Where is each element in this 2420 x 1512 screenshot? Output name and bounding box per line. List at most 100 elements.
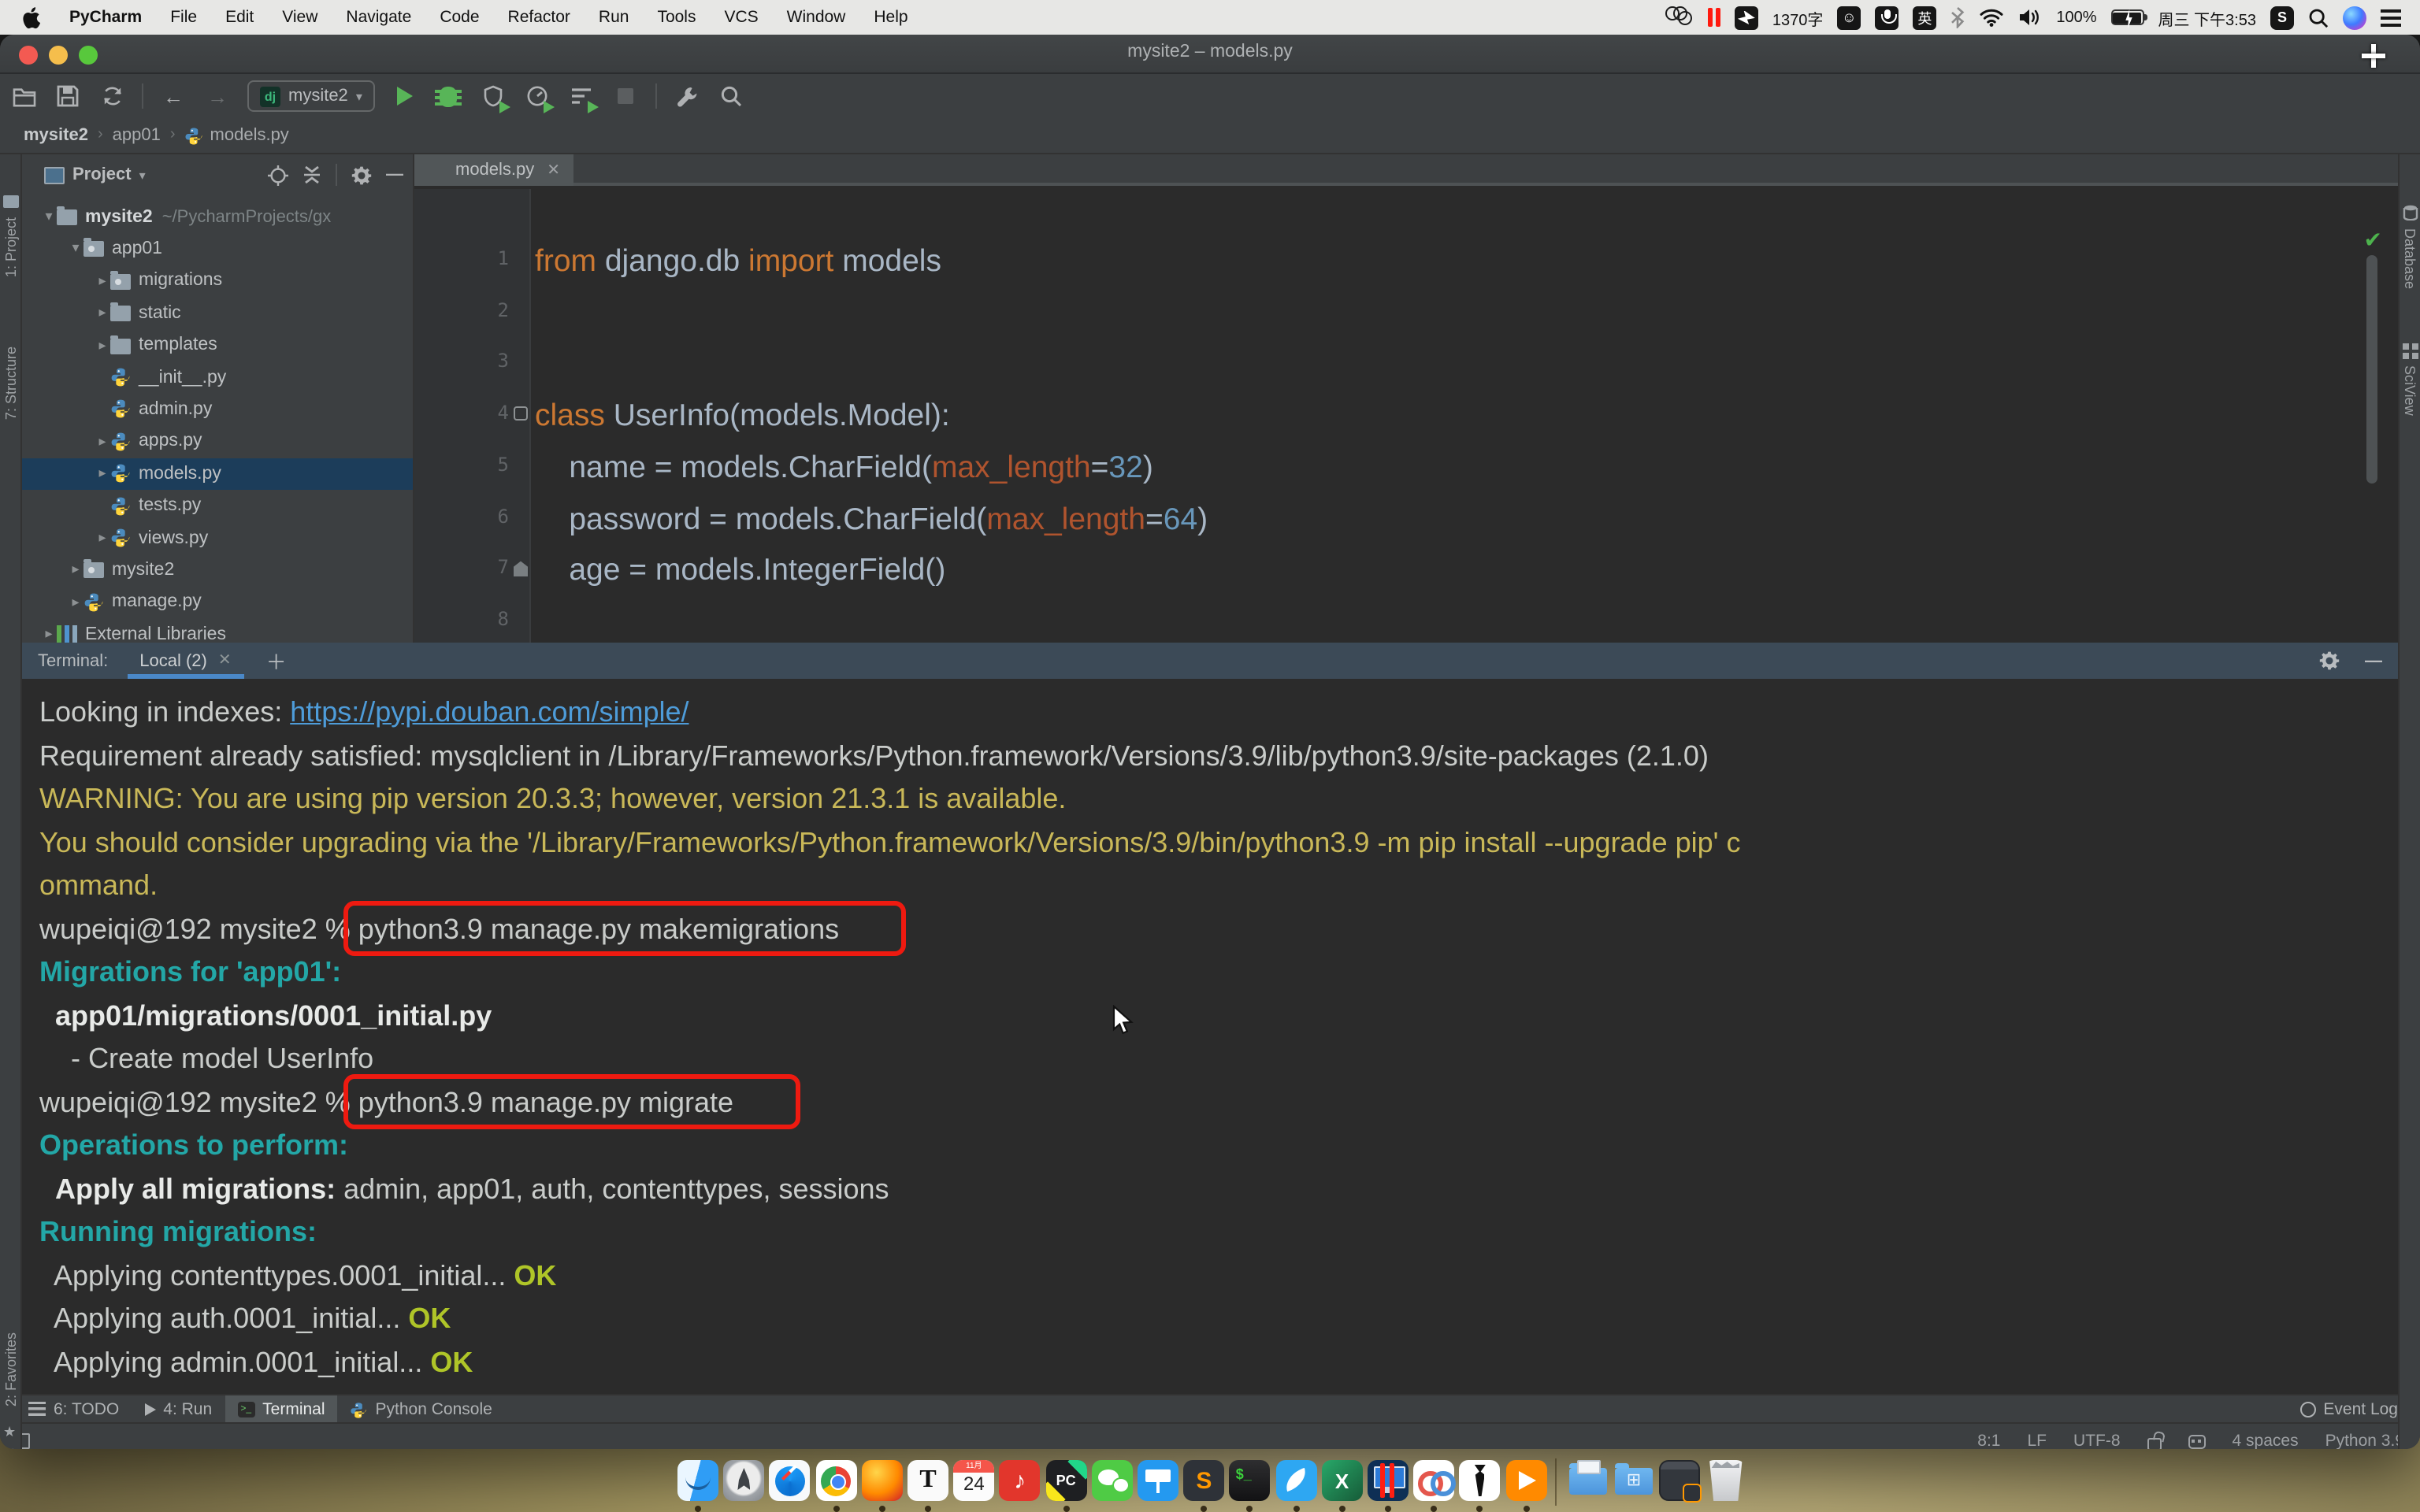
caret-position[interactable]: 8:1 [1977,1431,2000,1449]
toolwindow-button-6-todo[interactable]: 6: TODO [16,1395,132,1422]
dock-icon-finder[interactable] [677,1460,718,1501]
tree-item-mysite2[interactable]: ▾mysite2~/PycharmProjects/gx [22,201,414,232]
dock-icon-sublime[interactable]: S [1183,1460,1224,1501]
sciview-toolwindow-icon[interactable] [2403,343,2418,359]
robot-icon[interactable] [2188,1435,2206,1449]
bluetooth-icon[interactable] [1950,6,1965,28]
readonly-lock-icon[interactable] [2147,1437,2162,1449]
tree-item-mysite2[interactable]: ▸mysite2 [22,554,414,586]
editor-area[interactable]: models.py ✕ ✔ 1from django.db import mod… [414,154,2398,643]
dock-icon-syncapp[interactable] [1413,1460,1454,1501]
tree-item-migrations[interactable]: ▸migrations [22,265,414,297]
tree-item-apps-py[interactable]: ▸apps.py [22,426,414,458]
toolwindow-button-favorites[interactable]: 2: Favorites [2,1332,18,1406]
debug-button[interactable] [435,82,463,110]
bird-app-icon[interactable] [1735,6,1758,29]
indent-setting[interactable]: 4 spaces [2233,1431,2299,1449]
file-encoding[interactable]: UTF-8 [2073,1431,2121,1449]
menu-window[interactable]: Window [773,0,860,35]
hide-panel-icon[interactable]: — [386,165,403,184]
tree-item-tests-py[interactable]: tests.py [22,490,414,521]
toolwindow-button-project[interactable]: 1: Project [2,217,18,277]
menu-file[interactable]: File [156,0,211,35]
notification-center-icon[interactable] [2381,9,2401,26]
dock-icon-folderfiles[interactable] [1568,1460,1609,1501]
run-with-coverage-icon[interactable] [479,82,507,110]
emoji-app-icon[interactable]: ☺ [1837,6,1861,29]
project-toolwindow-icon[interactable] [3,195,19,208]
wifi-icon[interactable] [1979,8,2004,27]
toolwindow-button-sciview[interactable]: SciView [2402,365,2418,416]
menu-refactor[interactable]: Refactor [494,0,585,35]
input-method-icon[interactable]: 英 [1913,6,1936,29]
tree-chevron-icon[interactable]: ▸ [95,529,110,547]
dock-icon-trash[interactable] [1706,1460,1746,1501]
tree-item-external-libraries[interactable]: ▸External Libraries [22,618,414,643]
menu-tools[interactable]: Tools [643,0,710,35]
locate-file-icon[interactable] [268,165,288,185]
editor-tab-models-py[interactable]: models.py ✕ [414,154,573,186]
menu-clock[interactable]: 周三 下午3:53 [2158,6,2257,29]
dock-icon-pycharm[interactable]: PC [1045,1460,1086,1501]
dock-icon-windowthumb[interactable] [1659,1460,1700,1501]
title-bar[interactable]: mysite2 – models.py [0,35,2420,74]
menu-navigate[interactable]: Navigate [332,0,425,35]
tree-item-templates[interactable]: ▸templates [22,329,414,361]
favorites-star-icon[interactable]: ★ [3,1424,19,1441]
breadcrumb-item-models.py[interactable]: models.py [185,125,289,144]
tree-chevron-icon[interactable]: ▾ [68,240,84,258]
fold-minus-icon[interactable] [514,406,528,421]
editor-scrollbar[interactable] [2366,255,2377,484]
dock-icon-excel[interactable]: X [1322,1460,1363,1501]
database-toolwindow-icon[interactable] [2403,205,2418,220]
tree-chevron-icon[interactable]: ▸ [95,336,110,354]
profiler-icon[interactable] [523,82,551,110]
run-configuration-select[interactable]: dj mysite2 ▾ [247,80,375,112]
dock-icon-safari[interactable] [770,1460,811,1501]
tree-chevron-icon[interactable]: ▸ [95,272,110,290]
python-interpreter[interactable]: Python 3.9 [2325,1431,2404,1449]
new-terminal-tab-icon[interactable]: ＋ [266,646,287,676]
dock-icon-dingtalk[interactable] [1275,1460,1316,1501]
microphone-icon[interactable] [1875,6,1899,29]
open-file-icon[interactable] [9,82,38,110]
tree-chevron-icon[interactable]: ▸ [95,304,110,321]
toolwindow-button-database[interactable]: Database [2402,228,2418,289]
menu-code[interactable]: Code [425,0,493,35]
stop-button[interactable] [611,82,640,110]
tree-item-manage-py[interactable]: ▸manage.py [22,587,414,618]
search-everywhere-icon[interactable] [717,82,745,110]
dock-icon-launchpad[interactable] [723,1460,764,1501]
dock-icon-wechat[interactable] [1092,1460,1133,1501]
breadcrumb-item-app01[interactable]: app01 [113,125,161,144]
dock-icon-tieapp[interactable] [1460,1460,1501,1501]
project-panel-title[interactable]: Project ▾ [44,165,146,184]
tree-chevron-icon[interactable]: ▸ [41,625,57,643]
save-all-icon[interactable] [54,82,82,110]
run-button[interactable] [391,82,419,110]
menu-pycharm[interactable]: PyCharm [55,0,156,35]
menu-run[interactable]: Run [585,0,644,35]
dock-icon-calendar[interactable]: 11月24 [953,1460,994,1501]
tree-chevron-icon[interactable]: ▸ [68,594,84,611]
line-ending[interactable]: LF [2028,1431,2047,1449]
sync-icon[interactable] [98,82,126,110]
dock-icon-keynote[interactable] [1138,1460,1178,1501]
apple-menu-icon[interactable] [22,6,43,29]
inspections-ok-icon[interactable]: ✔ [2364,227,2382,254]
tree-chevron-icon[interactable]: ▸ [95,433,110,450]
menu-vcs[interactable]: VCS [710,0,772,35]
tree-chevron-icon[interactable]: ▸ [68,561,84,579]
dock-icon-parallels[interactable] [1368,1460,1409,1501]
forward-icon[interactable]: → [203,82,232,110]
terminal-settings-gear-icon[interactable] [2319,650,2340,671]
tree-item-views-py[interactable]: ▸views.py [22,522,414,554]
menu-help[interactable]: Help [859,0,922,35]
toolwindow-button-4-run[interactable]: 4: Run [132,1395,225,1422]
minimize-panel-icon[interactable]: — [2365,651,2382,670]
dock-icon-typora[interactable]: T [908,1460,948,1501]
toolwindow-button-python-console[interactable]: Python Console [338,1395,505,1422]
siri-icon[interactable] [2343,6,2366,29]
tree-item-models-py[interactable]: ▸models.py [22,458,414,489]
tab-close-icon[interactable]: ✕ [547,161,560,179]
